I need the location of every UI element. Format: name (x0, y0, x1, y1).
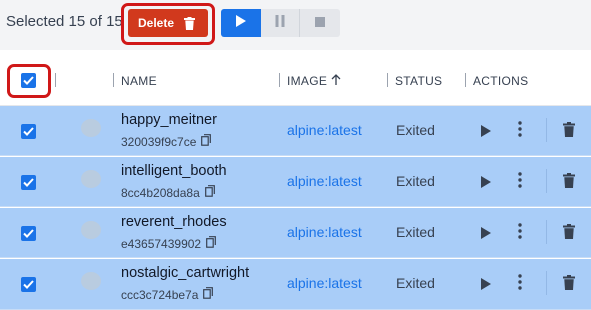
arrow-up-icon (331, 73, 341, 91)
container-icon (81, 272, 101, 290)
stop-button[interactable] (300, 9, 340, 37)
table-header: NAME IMAGE STATUS ACTIONS (0, 59, 591, 106)
start-container-button[interactable] (481, 175, 491, 193)
action-separator (546, 271, 547, 295)
trash-icon (563, 275, 575, 294)
trash-icon (563, 224, 575, 243)
table-row[interactable]: nostalgic_cartwright ccc3c724be7a alpine… (0, 259, 591, 310)
delete-container-button[interactable] (563, 173, 575, 193)
container-id: 320039f9c7ce (121, 134, 212, 149)
image-link[interactable]: alpine:latest (287, 224, 362, 240)
delete-button-label: Delete (138, 16, 175, 30)
table-row[interactable]: reverent_rhodes e43657439902 alpine:late… (0, 208, 591, 258)
more-actions-button[interactable] (518, 223, 522, 244)
checkmark-icon (23, 123, 34, 141)
checkmark-icon (23, 225, 34, 243)
column-separator (113, 73, 114, 87)
row-checkbox[interactable] (21, 124, 36, 139)
kebab-menu-icon (518, 223, 522, 243)
delete-container-button[interactable] (563, 122, 575, 142)
kebab-menu-icon (518, 121, 522, 141)
status-text: Exited (396, 275, 435, 291)
container-name[interactable]: intelligent_booth (121, 163, 227, 179)
stop-icon (315, 14, 325, 32)
row-checkbox[interactable] (21, 277, 36, 292)
status-text: Exited (396, 173, 435, 189)
play-icon (481, 226, 491, 243)
action-separator (546, 220, 547, 244)
container-icon (81, 119, 101, 137)
container-id: ccc3c724be7a (121, 287, 214, 302)
container-name[interactable]: nostalgic_cartwright (121, 265, 249, 281)
column-header-status[interactable]: STATUS (395, 74, 442, 88)
trash-icon (184, 16, 196, 30)
table-row[interactable]: happy_meitner 320039f9c7ce alpine:latest… (0, 106, 591, 156)
play-icon (481, 124, 491, 141)
container-id: e43657439902 (121, 236, 216, 251)
more-actions-button[interactable] (518, 274, 522, 295)
column-header-name[interactable]: NAME (121, 74, 157, 88)
column-header-actions: ACTIONS (473, 74, 529, 88)
pause-button[interactable] (261, 9, 300, 37)
container-id: 8cc4b208da8a (121, 185, 215, 200)
trash-icon (563, 173, 575, 192)
status-text: Exited (396, 122, 435, 138)
container-name[interactable]: happy_meitner (121, 112, 217, 128)
checkmark-icon (23, 174, 34, 192)
more-actions-button[interactable] (518, 121, 522, 142)
kebab-menu-icon (518, 274, 522, 294)
play-icon (236, 14, 246, 32)
container-icon (81, 221, 101, 239)
start-container-button[interactable] (481, 277, 491, 295)
start-button[interactable] (221, 9, 261, 37)
column-separator (279, 73, 280, 87)
container-icon (81, 170, 101, 188)
play-icon (481, 175, 491, 192)
container-id-text: 320039f9c7ce (121, 134, 197, 149)
delete-button[interactable]: Delete (128, 9, 208, 37)
selection-count-text: Selected 15 of 15 (6, 13, 123, 30)
checkmark-icon (23, 276, 34, 294)
image-link[interactable]: alpine:latest (287, 173, 362, 189)
column-separator (387, 73, 388, 87)
row-checkbox[interactable] (21, 175, 36, 190)
column-header-image[interactable]: IMAGE (287, 74, 327, 88)
action-separator (546, 169, 547, 193)
delete-container-button[interactable] (563, 224, 575, 244)
column-separator (55, 73, 56, 87)
playback-controls (221, 9, 340, 37)
delete-container-button[interactable] (563, 275, 575, 295)
pause-icon (275, 14, 285, 32)
status-text: Exited (396, 224, 435, 240)
start-container-button[interactable] (481, 226, 491, 244)
more-actions-button[interactable] (518, 172, 522, 193)
select-all-highlight-annotation (7, 64, 51, 98)
column-separator (465, 73, 466, 87)
copy-icon[interactable] (204, 185, 215, 200)
start-container-button[interactable] (481, 124, 491, 142)
image-link[interactable]: alpine:latest (287, 275, 362, 291)
trash-icon (563, 122, 575, 141)
action-separator (546, 118, 547, 142)
container-id-text: ccc3c724be7a (121, 287, 199, 302)
copy-icon[interactable] (206, 236, 216, 251)
container-id-text: e43657439902 (121, 236, 202, 251)
image-link[interactable]: alpine:latest (287, 122, 362, 138)
copy-icon[interactable] (203, 287, 214, 302)
container-id-text: 8cc4b208da8a (121, 185, 200, 200)
row-checkbox[interactable] (21, 226, 36, 241)
play-icon (481, 277, 491, 294)
table-row[interactable]: intelligent_booth 8cc4b208da8a alpine:la… (0, 157, 591, 207)
container-name[interactable]: reverent_rhodes (121, 214, 227, 230)
copy-icon[interactable] (201, 134, 212, 149)
kebab-menu-icon (518, 172, 522, 192)
